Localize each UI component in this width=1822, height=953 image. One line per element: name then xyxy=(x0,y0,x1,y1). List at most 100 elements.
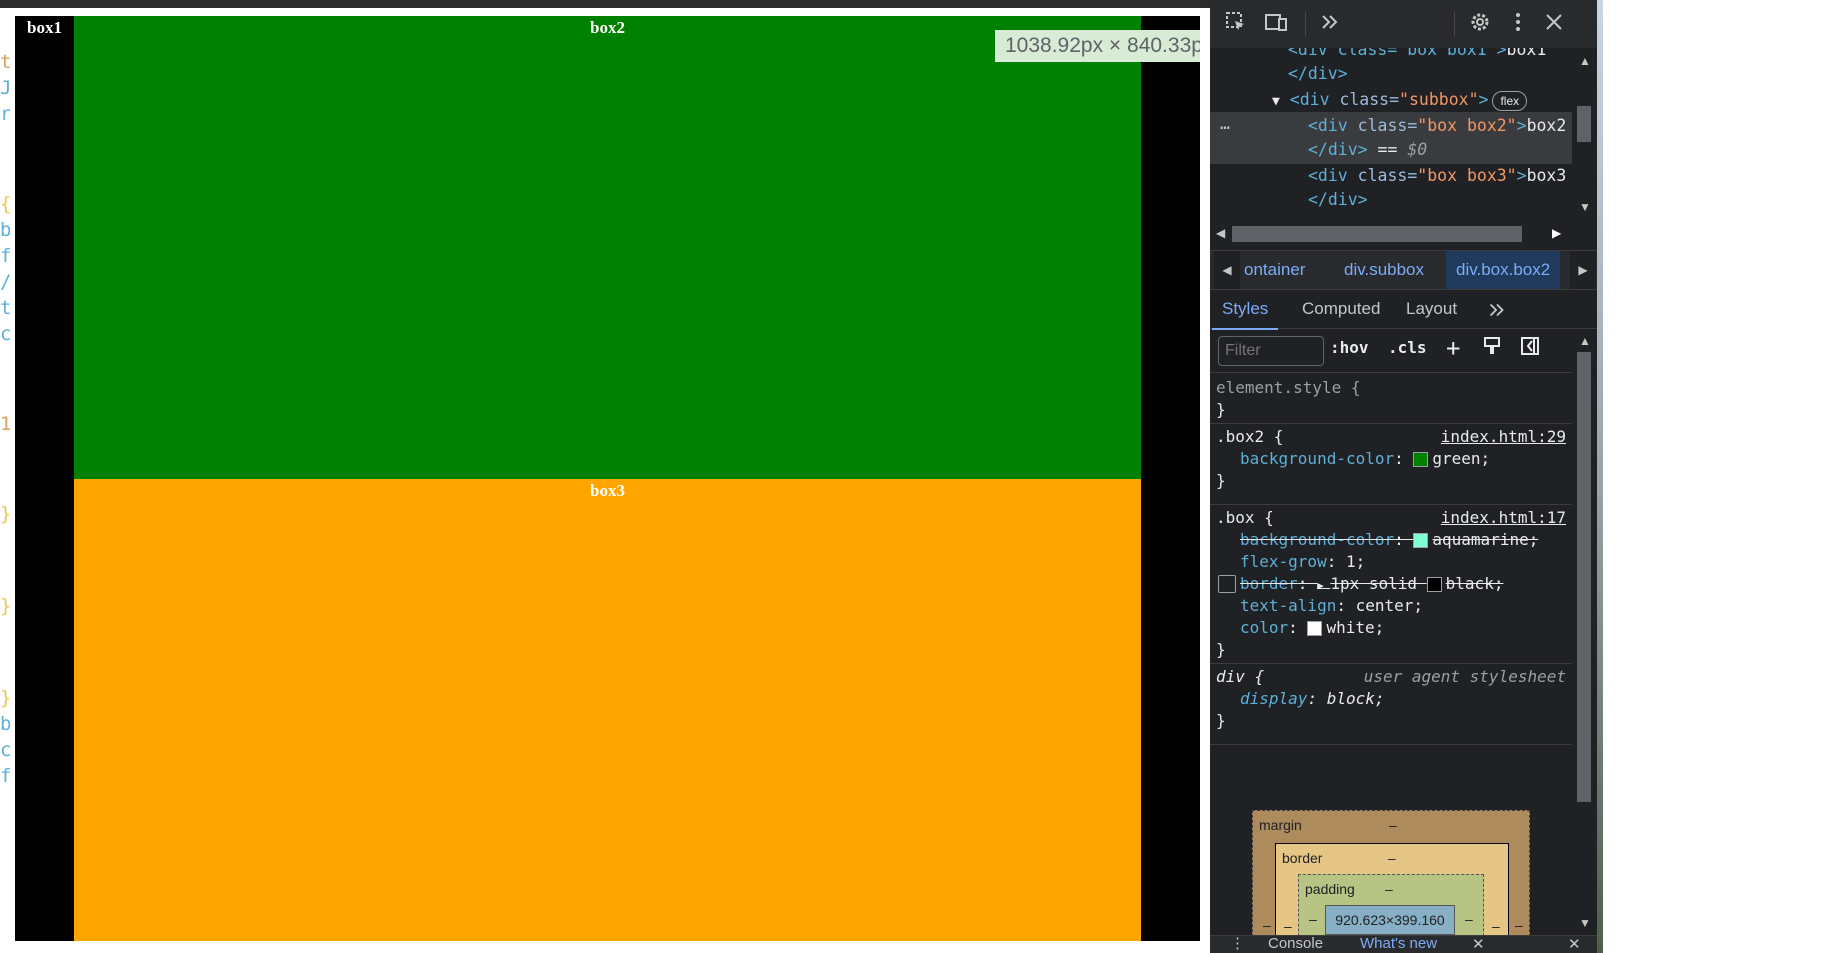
toolbar-separator xyxy=(1305,12,1306,36)
dom-horizontal-scrollbar[interactable]: ◀ ▶ xyxy=(1210,220,1572,246)
device-toolbar-icon[interactable] xyxy=(1262,10,1290,38)
source-link-box2[interactable]: index.html:29 xyxy=(1441,426,1566,448)
node-actions-ellipsis[interactable]: … xyxy=(1220,112,1230,136)
window-top-bar xyxy=(0,0,1210,8)
rule-box[interactable]: .box { index.html:17 background-color: a… xyxy=(1210,505,1572,664)
prop-display[interactable]: display: block; xyxy=(1240,688,1385,710)
box3[interactable]: box3 xyxy=(74,479,1141,941)
dom-line-box1[interactable]: <div class="box box1">box1 xyxy=(1288,48,1546,62)
selector-box: .box { xyxy=(1216,508,1274,527)
box-model-margin[interactable]: margin – – – border – – – padding – – – … xyxy=(1252,810,1530,953)
rule-box2[interactable]: .box2 { index.html:29 background-color: … xyxy=(1210,424,1572,505)
close-icon[interactable] xyxy=(1540,10,1568,38)
tab-layout[interactable]: Layout xyxy=(1406,290,1457,328)
expand-triangle-icon[interactable]: ▼ xyxy=(1272,94,1280,109)
rule-close: } xyxy=(1216,640,1226,659)
prop-text-align[interactable]: text-align: center; xyxy=(1240,595,1423,617)
color-swatch[interactable] xyxy=(1413,533,1429,548)
box2[interactable]: box2 xyxy=(74,16,1141,479)
dom-line-box2-close[interactable]: </div> == $0 xyxy=(1308,138,1427,162)
source-link-box[interactable]: index.html:17 xyxy=(1441,507,1566,529)
kebab-menu-icon[interactable]: ⋮ xyxy=(1230,936,1245,952)
expand-triangle-icon[interactable]: ▶ xyxy=(1317,579,1330,592)
tab-console[interactable]: Console xyxy=(1268,936,1323,952)
breadcrumb-left-icon[interactable]: ◀ xyxy=(1214,251,1240,289)
scroll-down-icon[interactable]: ▼ xyxy=(1579,200,1591,214)
breadcrumb-right-icon[interactable]: ▶ xyxy=(1570,251,1596,289)
border-right-value: – xyxy=(1492,918,1500,934)
devtools-panel: <div class="box box1">box1 </div> ▼ <div… xyxy=(1210,0,1597,953)
prop-background-color[interactable]: background-color: green; xyxy=(1240,448,1490,470)
rule-close: } xyxy=(1216,471,1226,490)
prop-flex-grow[interactable]: flex-grow: 1; xyxy=(1240,551,1365,573)
border-top-value: – xyxy=(1388,850,1396,866)
styles-scrollbar[interactable]: ▲ ▼ xyxy=(1572,330,1597,933)
prop-color[interactable]: color: white; xyxy=(1240,617,1384,639)
scroll-thumb[interactable] xyxy=(1577,106,1591,142)
box2-label: box2 xyxy=(590,18,625,37)
dom-line-subbox[interactable]: ▼ <div class="subbox"> flex xyxy=(1272,88,1528,112)
breadcrumb-container[interactable]: ontainer xyxy=(1244,251,1305,289)
box3-label: box3 xyxy=(590,481,625,500)
prop-background-color-overridden[interactable]: background-color: aquamarine; xyxy=(1240,529,1538,551)
chevron-double-right-icon[interactable] xyxy=(1486,290,1508,328)
property-checkbox[interactable] xyxy=(1218,575,1236,593)
scroll-left-icon[interactable]: ◀ xyxy=(1216,226,1225,240)
dom-line-box3[interactable]: <div class="box box3">box3 xyxy=(1308,164,1566,188)
color-swatch[interactable] xyxy=(1426,577,1442,592)
class-toggle[interactable]: .cls xyxy=(1388,338,1427,357)
styles-filter-bar: :hov .cls + xyxy=(1210,330,1572,373)
filter-input[interactable] xyxy=(1218,336,1324,366)
scroll-down-icon[interactable]: ▼ xyxy=(1579,916,1591,930)
breadcrumb-subbox[interactable]: div.subbox xyxy=(1344,251,1424,289)
dom-line-box3-close[interactable]: </div> xyxy=(1308,188,1368,212)
kebab-menu-icon[interactable] xyxy=(1504,10,1532,38)
devtools-drawer: ⋮ Console What's new ✕ ✕ xyxy=(1210,935,1597,953)
box-model-content-size[interactable]: 920.623×399.160 xyxy=(1325,905,1455,935)
sidebar-toggle-icon[interactable] xyxy=(1520,336,1540,360)
box1-label: box1 xyxy=(27,18,62,37)
margin-label: margin xyxy=(1259,817,1302,833)
page-viewport: box1 box2 box3 1038.92px × 840.33px xyxy=(15,16,1200,941)
flex-badge[interactable]: flex xyxy=(1492,90,1528,111)
paint-brush-icon[interactable] xyxy=(1482,336,1502,360)
dom-vertical-scrollbar[interactable]: ▲ ▼ xyxy=(1572,48,1597,218)
blank-area xyxy=(1597,0,1822,953)
padding-right-value: – xyxy=(1465,911,1473,927)
devtools-toolbar xyxy=(1210,0,1597,49)
padding-top-value: – xyxy=(1385,881,1393,897)
selector-box2: .box2 { xyxy=(1216,427,1284,446)
close-icon[interactable]: ✕ xyxy=(1568,936,1581,953)
gear-icon[interactable] xyxy=(1466,10,1494,38)
color-swatch[interactable] xyxy=(1413,452,1429,467)
padding-label: padding xyxy=(1305,881,1355,897)
toolbar-separator xyxy=(1454,12,1455,36)
tab-styles[interactable]: Styles xyxy=(1212,290,1279,330)
box1: box1 xyxy=(15,16,74,941)
selector-div: div { xyxy=(1216,667,1265,686)
prop-border-disabled[interactable]: border: ▶ 1px solid black; xyxy=(1240,573,1503,597)
new-rule-icon[interactable]: + xyxy=(1446,334,1460,362)
code-editor-edge: t J r { b f / t c 1 } } } b c f xyxy=(0,8,10,953)
tab-whats-new[interactable]: What's new xyxy=(1360,936,1437,952)
dimension-tooltip: 1038.92px × 840.33px xyxy=(995,30,1200,62)
elements-dom-tree: <div class="box box1">box1 </div> ▼ <div… xyxy=(1210,48,1572,218)
scroll-up-icon[interactable]: ▲ xyxy=(1579,54,1591,68)
scroll-right-icon[interactable]: ▶ xyxy=(1552,226,1561,240)
close-icon[interactable]: ✕ xyxy=(1472,936,1485,953)
styles-tabs: Styles Computed Layout xyxy=(1210,290,1597,330)
breadcrumb-box2[interactable]: div.box.box2 xyxy=(1446,251,1561,289)
rule-div-user-agent[interactable]: div { user agent stylesheet display: blo… xyxy=(1210,664,1572,745)
tab-computed[interactable]: Computed xyxy=(1302,290,1380,328)
chevron-double-right-icon[interactable] xyxy=(1316,10,1344,38)
rule-element-style[interactable]: element.style { } xyxy=(1210,373,1572,424)
dom-line-box2[interactable]: <div class="box box2">box2 xyxy=(1308,114,1566,138)
color-swatch[interactable] xyxy=(1307,621,1323,636)
hover-state-toggle[interactable]: :hov xyxy=(1330,338,1369,357)
margin-left-value: – xyxy=(1263,917,1271,933)
dom-line-close[interactable]: </div> xyxy=(1288,62,1348,86)
scroll-up-icon[interactable]: ▲ xyxy=(1579,334,1591,348)
inspect-element-icon[interactable] xyxy=(1222,10,1250,38)
scroll-thumb[interactable] xyxy=(1232,226,1522,242)
scroll-thumb[interactable] xyxy=(1577,352,1591,802)
